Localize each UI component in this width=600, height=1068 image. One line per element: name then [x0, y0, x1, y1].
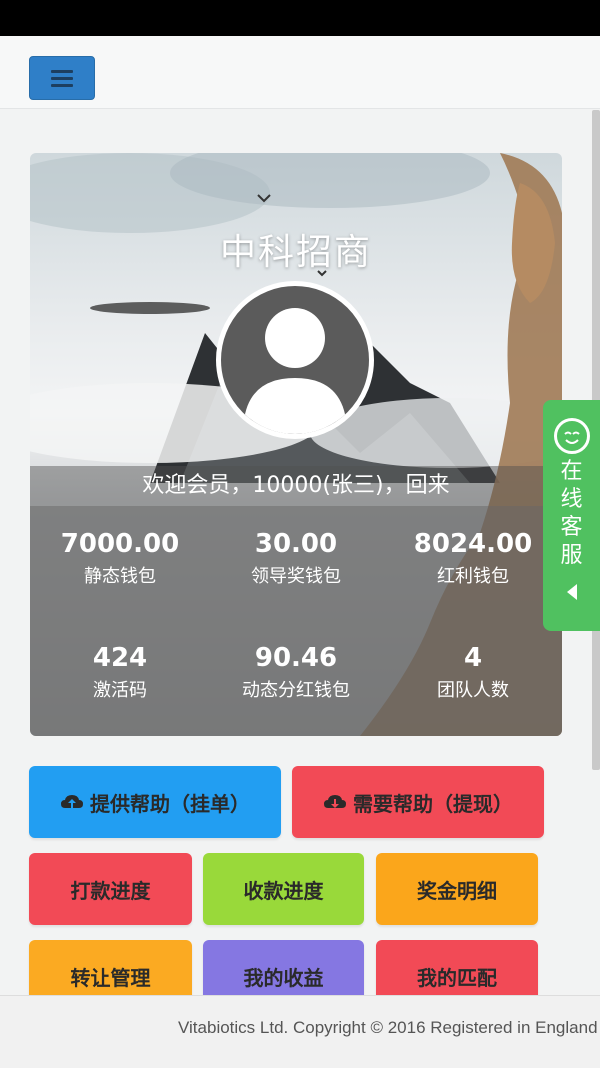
stat-value: 4 [463, 643, 483, 673]
status-bar [0, 0, 600, 36]
user-silhouette-icon [243, 308, 347, 434]
stat-label: 激活码 [93, 680, 147, 701]
need-help-label: 需要帮助（提现） [353, 791, 513, 816]
stat-label: 静态钱包 [84, 566, 156, 587]
menu-toggle-button[interactable] [29, 56, 95, 100]
stat-label: 领导奖钱包 [251, 566, 341, 587]
hamburger-icon [51, 69, 73, 73]
wallet-stats: 7000.00 静态钱包 30.00 领导奖钱包 8024.00 红利钱包 42… [30, 506, 562, 736]
stat-value: 8024.00 [413, 529, 533, 559]
bonus-details-button[interactable]: 奖金明细 [376, 853, 538, 925]
stat-dynamic-dividend-wallet[interactable]: 90.46 动态分红钱包 [206, 642, 386, 704]
stat-label: 团队人数 [437, 680, 509, 701]
stat-dividend-wallet[interactable]: 8024.00 红利钱包 [383, 528, 562, 590]
stat-label: 动态分红钱包 [242, 680, 350, 701]
chevron-left-icon [566, 584, 577, 600]
stat-value: 30.00 [254, 529, 338, 559]
stat-value: 424 [92, 643, 148, 673]
provide-help-label: 提供帮助（挂单） [90, 791, 250, 816]
stat-value: 90.46 [254, 643, 338, 673]
need-help-button[interactable]: 需要帮助（提现） [292, 766, 544, 838]
payment-progress-button[interactable]: 打款进度 [29, 853, 192, 925]
top-navbar [0, 36, 600, 109]
site-title: 中科招商 [219, 232, 372, 273]
member-hero-card: 中科招商 欢迎会员，10000(张三)，回来 7000.00 静态钱包 30.0… [30, 153, 562, 736]
stat-team-size[interactable]: 4 团队人数 [383, 642, 562, 704]
cloud-download-icon [324, 795, 346, 808]
smile-face-icon [553, 418, 590, 454]
provide-help-button[interactable]: 提供帮助（挂单） [29, 766, 281, 838]
online-support-tab[interactable]: 在 线 客 服 [543, 400, 600, 631]
support-label: 在 线 客 服 [560, 459, 583, 568]
stat-value: 7000.00 [60, 529, 180, 559]
welcome-message: 欢迎会员，10000(张三)，回来 [30, 466, 562, 506]
stat-static-wallet[interactable]: 7000.00 静态钱包 [30, 528, 210, 590]
avatar [216, 281, 374, 439]
cloud-upload-icon [61, 795, 83, 808]
stat-activation-code[interactable]: 424 激活码 [30, 642, 210, 704]
footer: Vitabiotics Ltd. Copyright © 2016 Regist… [0, 995, 600, 1068]
stat-label: 红利钱包 [437, 566, 509, 587]
stat-leader-bonus-wallet[interactable]: 30.00 领导奖钱包 [206, 528, 386, 590]
copyright-text: Vitabiotics Ltd. Copyright © 2016 Regist… [178, 1018, 598, 1037]
receipt-progress-button[interactable]: 收款进度 [203, 853, 364, 925]
